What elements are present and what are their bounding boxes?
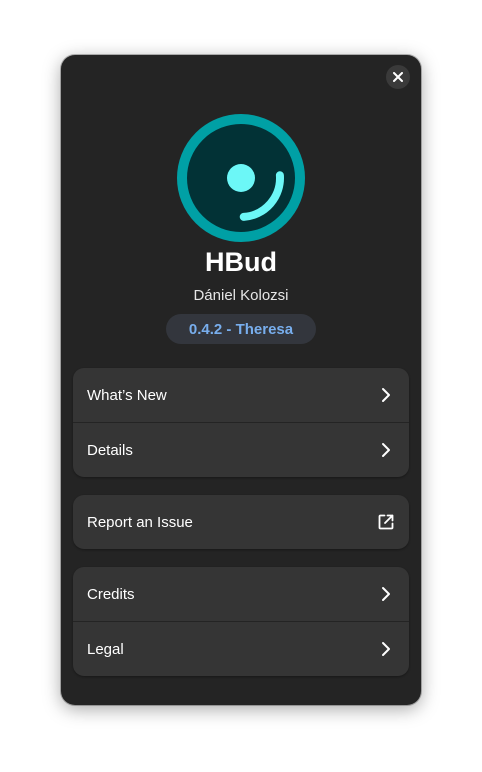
details-label: Details: [87, 441, 133, 459]
credits-label: Credits: [87, 585, 135, 603]
info-group: What’s New Details: [73, 368, 409, 477]
support-group: Report an Issue: [73, 495, 409, 549]
details-row[interactable]: Details: [73, 422, 409, 477]
version-badge[interactable]: 0.4.2 - Theresa: [166, 314, 316, 344]
credits-row[interactable]: Credits: [73, 567, 409, 621]
app-icon: [177, 114, 305, 242]
chevron-right-icon: [377, 585, 395, 603]
close-button[interactable]: [386, 65, 410, 89]
app-name: HBud: [205, 247, 277, 277]
whats-new-row[interactable]: What’s New: [73, 368, 409, 422]
close-icon: [393, 72, 403, 82]
legal-row[interactable]: Legal: [73, 621, 409, 676]
chevron-right-icon: [377, 386, 395, 404]
legal-label: Legal: [87, 640, 124, 658]
chevron-right-icon: [377, 640, 395, 658]
legal-group: Credits Legal: [73, 567, 409, 676]
about-dialog: HBud Dániel Kolozsi 0.4.2 - Theresa What…: [61, 55, 421, 705]
developer-name: Dániel Kolozsi: [193, 287, 289, 304]
external-link-icon: [377, 513, 395, 531]
whats-new-label: What’s New: [87, 386, 167, 404]
report-issue-label: Report an Issue: [87, 513, 193, 531]
chevron-right-icon: [377, 441, 395, 459]
report-issue-row[interactable]: Report an Issue: [73, 495, 409, 549]
